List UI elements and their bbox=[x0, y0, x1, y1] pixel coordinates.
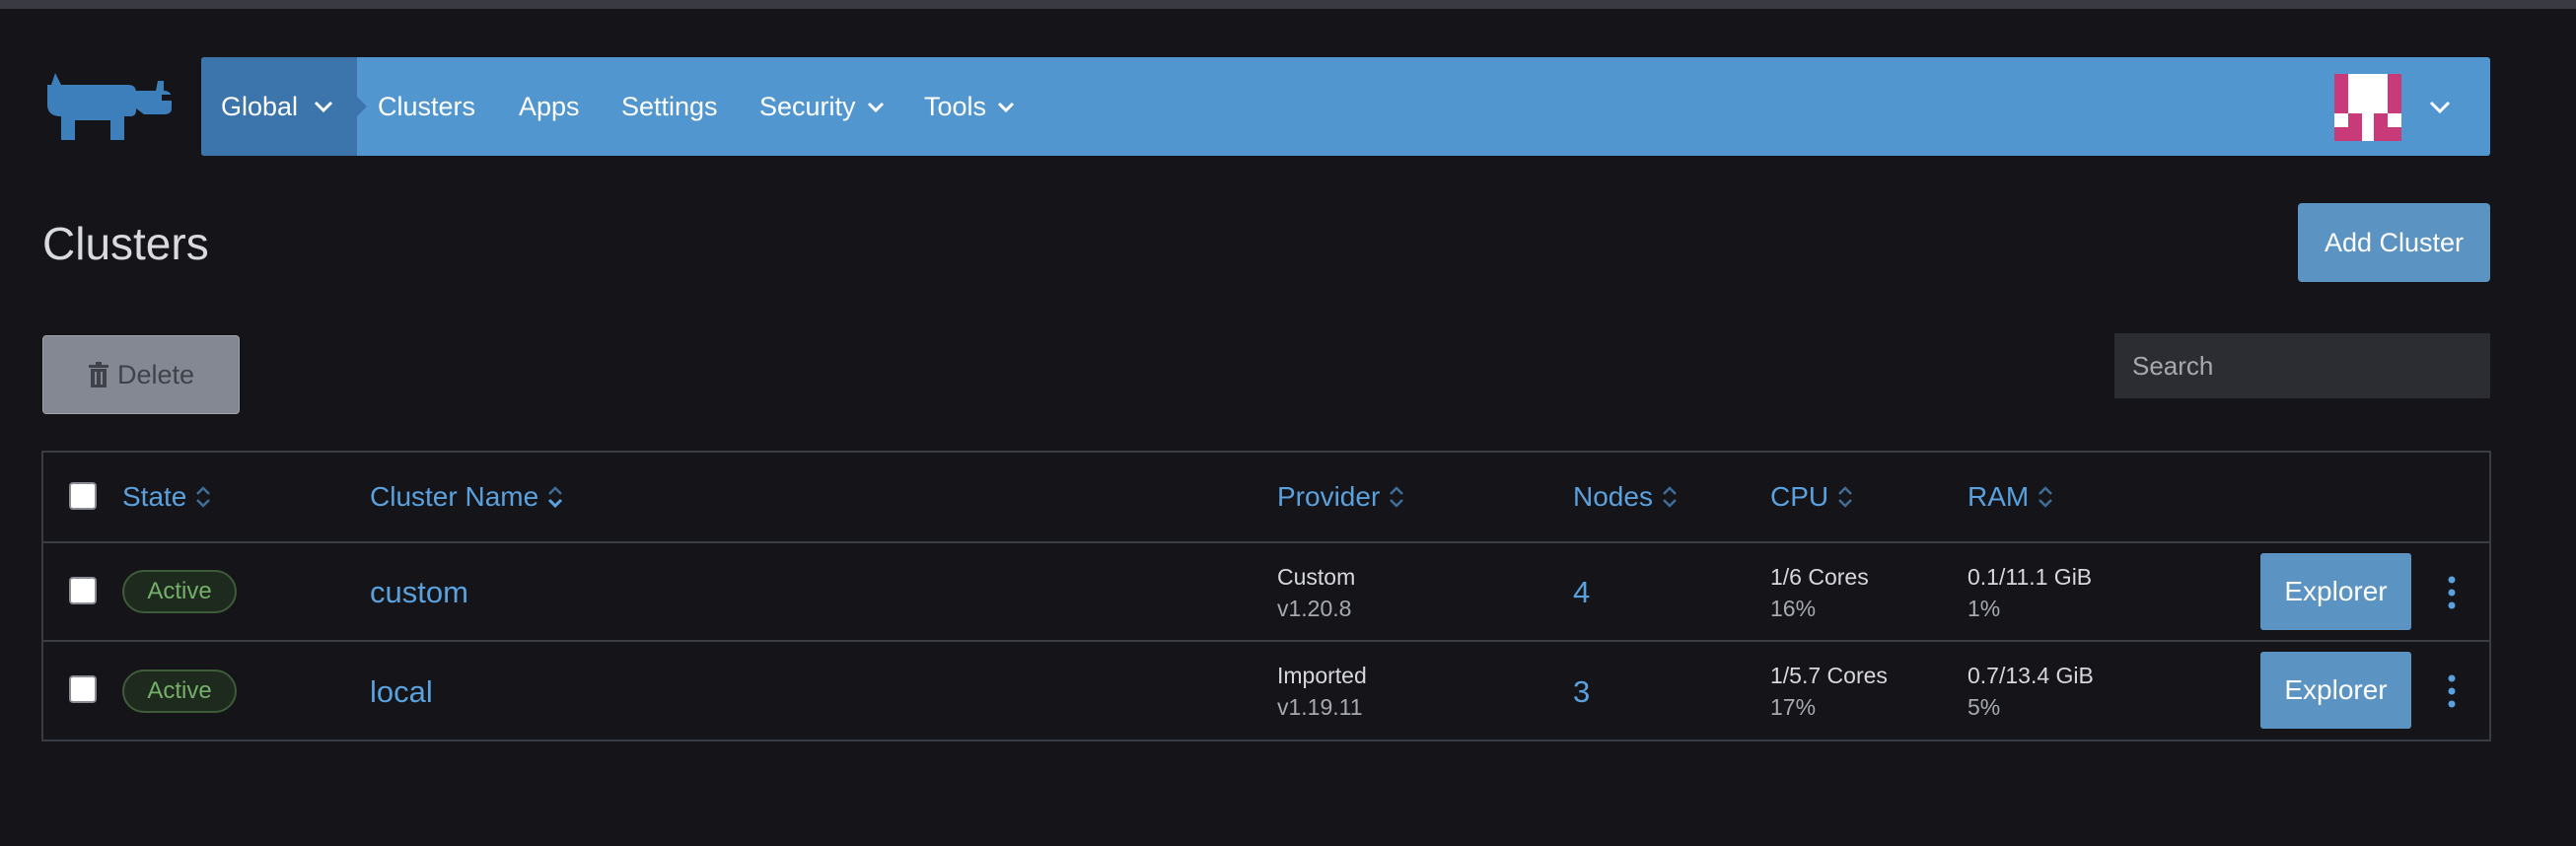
global-scope-menu[interactable]: Global bbox=[201, 57, 367, 156]
provider-cell: Custom v1.20.8 bbox=[1277, 561, 1355, 624]
cluster-name-header-label: Cluster Name bbox=[370, 481, 539, 512]
cpu-cell: 1/6 Cores 16% bbox=[1770, 561, 1869, 624]
table-row: Active local Imported v1.19.11 3 1/5.7 C… bbox=[43, 644, 2489, 742]
nodes-count-link[interactable]: 3 bbox=[1573, 674, 1590, 710]
column-header-ram[interactable]: RAM bbox=[1968, 453, 2054, 541]
ram-usage: 0.1/11.1 GiB bbox=[1968, 564, 2093, 590]
nav-settings-label: Settings bbox=[621, 91, 718, 121]
state-header-label: State bbox=[122, 481, 187, 512]
trash-icon bbox=[88, 362, 108, 388]
clusters-table: State Cluster Name Provider Nodes CPU RA… bbox=[41, 451, 2491, 741]
select-all-checkbox[interactable] bbox=[69, 482, 97, 510]
cpu-cores: 1/5.7 Cores bbox=[1770, 663, 1888, 688]
nav-security-label: Security bbox=[759, 91, 856, 121]
column-header-cluster-name[interactable]: Cluster Name bbox=[370, 453, 564, 541]
ram-usage: 0.7/13.4 GiB bbox=[1968, 663, 2094, 688]
sort-descending-icon bbox=[548, 486, 563, 509]
sort-icon bbox=[196, 486, 211, 508]
column-header-nodes[interactable]: Nodes bbox=[1573, 453, 1679, 541]
provider-name: Custom bbox=[1277, 564, 1356, 590]
top-navigation-bar: Global Clusters Apps Settings Security T… bbox=[201, 57, 2490, 156]
nav-settings[interactable]: Settings bbox=[621, 57, 718, 156]
cpu-percent: 17% bbox=[1770, 694, 1817, 720]
global-label: Global bbox=[221, 91, 299, 121]
nodes-count-link[interactable]: 4 bbox=[1573, 575, 1590, 610]
delete-button[interactable]: Delete bbox=[42, 335, 240, 414]
ram-percent: 5% bbox=[1968, 694, 2001, 720]
provider-header-label: Provider bbox=[1277, 481, 1381, 512]
nav-clusters[interactable]: Clusters bbox=[378, 57, 475, 156]
window-top-strip bbox=[0, 0, 2576, 9]
sort-icon bbox=[1838, 486, 1853, 508]
cpu-header-label: CPU bbox=[1770, 481, 1829, 512]
row-checkbox[interactable] bbox=[69, 577, 97, 604]
table-header-row: State Cluster Name Provider Nodes CPU RA… bbox=[43, 453, 2489, 543]
chevron-down-icon bbox=[866, 100, 886, 113]
table-row: Active custom Custom v1.20.8 4 1/6 Cores… bbox=[43, 543, 2489, 642]
nav-apps-label: Apps bbox=[519, 91, 580, 121]
nav-tools[interactable]: Tools bbox=[924, 57, 1016, 156]
nav-security[interactable]: Security bbox=[759, 57, 886, 156]
nav-clusters-label: Clusters bbox=[378, 91, 476, 121]
row-actions-kebab-icon[interactable] bbox=[2442, 575, 2462, 610]
nav-apps[interactable]: Apps bbox=[519, 57, 580, 156]
sort-icon bbox=[1390, 486, 1404, 508]
column-header-state[interactable]: State bbox=[122, 453, 212, 541]
kubernetes-version: v1.20.8 bbox=[1277, 596, 1352, 621]
cpu-percent: 16% bbox=[1770, 596, 1817, 621]
add-cluster-button[interactable]: Add Cluster bbox=[2298, 203, 2490, 282]
page-title: Clusters bbox=[42, 218, 209, 269]
nav-tools-label: Tools bbox=[924, 91, 987, 121]
ram-cell: 0.1/11.1 GiB 1% bbox=[1968, 561, 2092, 624]
explorer-button[interactable]: Explorer bbox=[2260, 652, 2411, 729]
status-badge: Active bbox=[122, 670, 237, 713]
status-badge: Active bbox=[122, 570, 237, 613]
sort-icon bbox=[1663, 486, 1677, 508]
user-avatar[interactable] bbox=[2334, 74, 2401, 141]
cpu-cores: 1/6 Cores bbox=[1770, 564, 1869, 590]
cluster-name-link[interactable]: custom bbox=[370, 575, 468, 610]
search-input[interactable] bbox=[2114, 333, 2490, 398]
sort-icon bbox=[2039, 486, 2053, 508]
ram-percent: 1% bbox=[1968, 596, 2001, 621]
explorer-button[interactable]: Explorer bbox=[2260, 553, 2411, 630]
user-menu-chevron-icon[interactable] bbox=[2428, 97, 2452, 116]
ram-header-label: RAM bbox=[1968, 481, 2030, 512]
delete-label: Delete bbox=[116, 359, 195, 389]
chevron-down-icon bbox=[996, 100, 1016, 113]
column-header-provider[interactable]: Provider bbox=[1277, 453, 1405, 541]
nodes-header-label: Nodes bbox=[1573, 481, 1653, 512]
row-actions-kebab-icon[interactable] bbox=[2442, 673, 2462, 709]
kubernetes-version: v1.19.11 bbox=[1277, 694, 1363, 720]
row-checkbox[interactable] bbox=[69, 675, 97, 703]
cpu-cell: 1/5.7 Cores 17% bbox=[1770, 660, 1888, 723]
ram-cell: 0.7/13.4 GiB 5% bbox=[1968, 660, 2094, 723]
cluster-name-link[interactable]: local bbox=[370, 674, 433, 710]
provider-name: Imported bbox=[1277, 663, 1367, 688]
chevron-down-icon bbox=[314, 100, 333, 113]
rancher-logo-icon[interactable] bbox=[41, 71, 179, 142]
column-header-cpu[interactable]: CPU bbox=[1770, 453, 1854, 541]
provider-cell: Imported v1.19.11 bbox=[1277, 660, 1367, 723]
